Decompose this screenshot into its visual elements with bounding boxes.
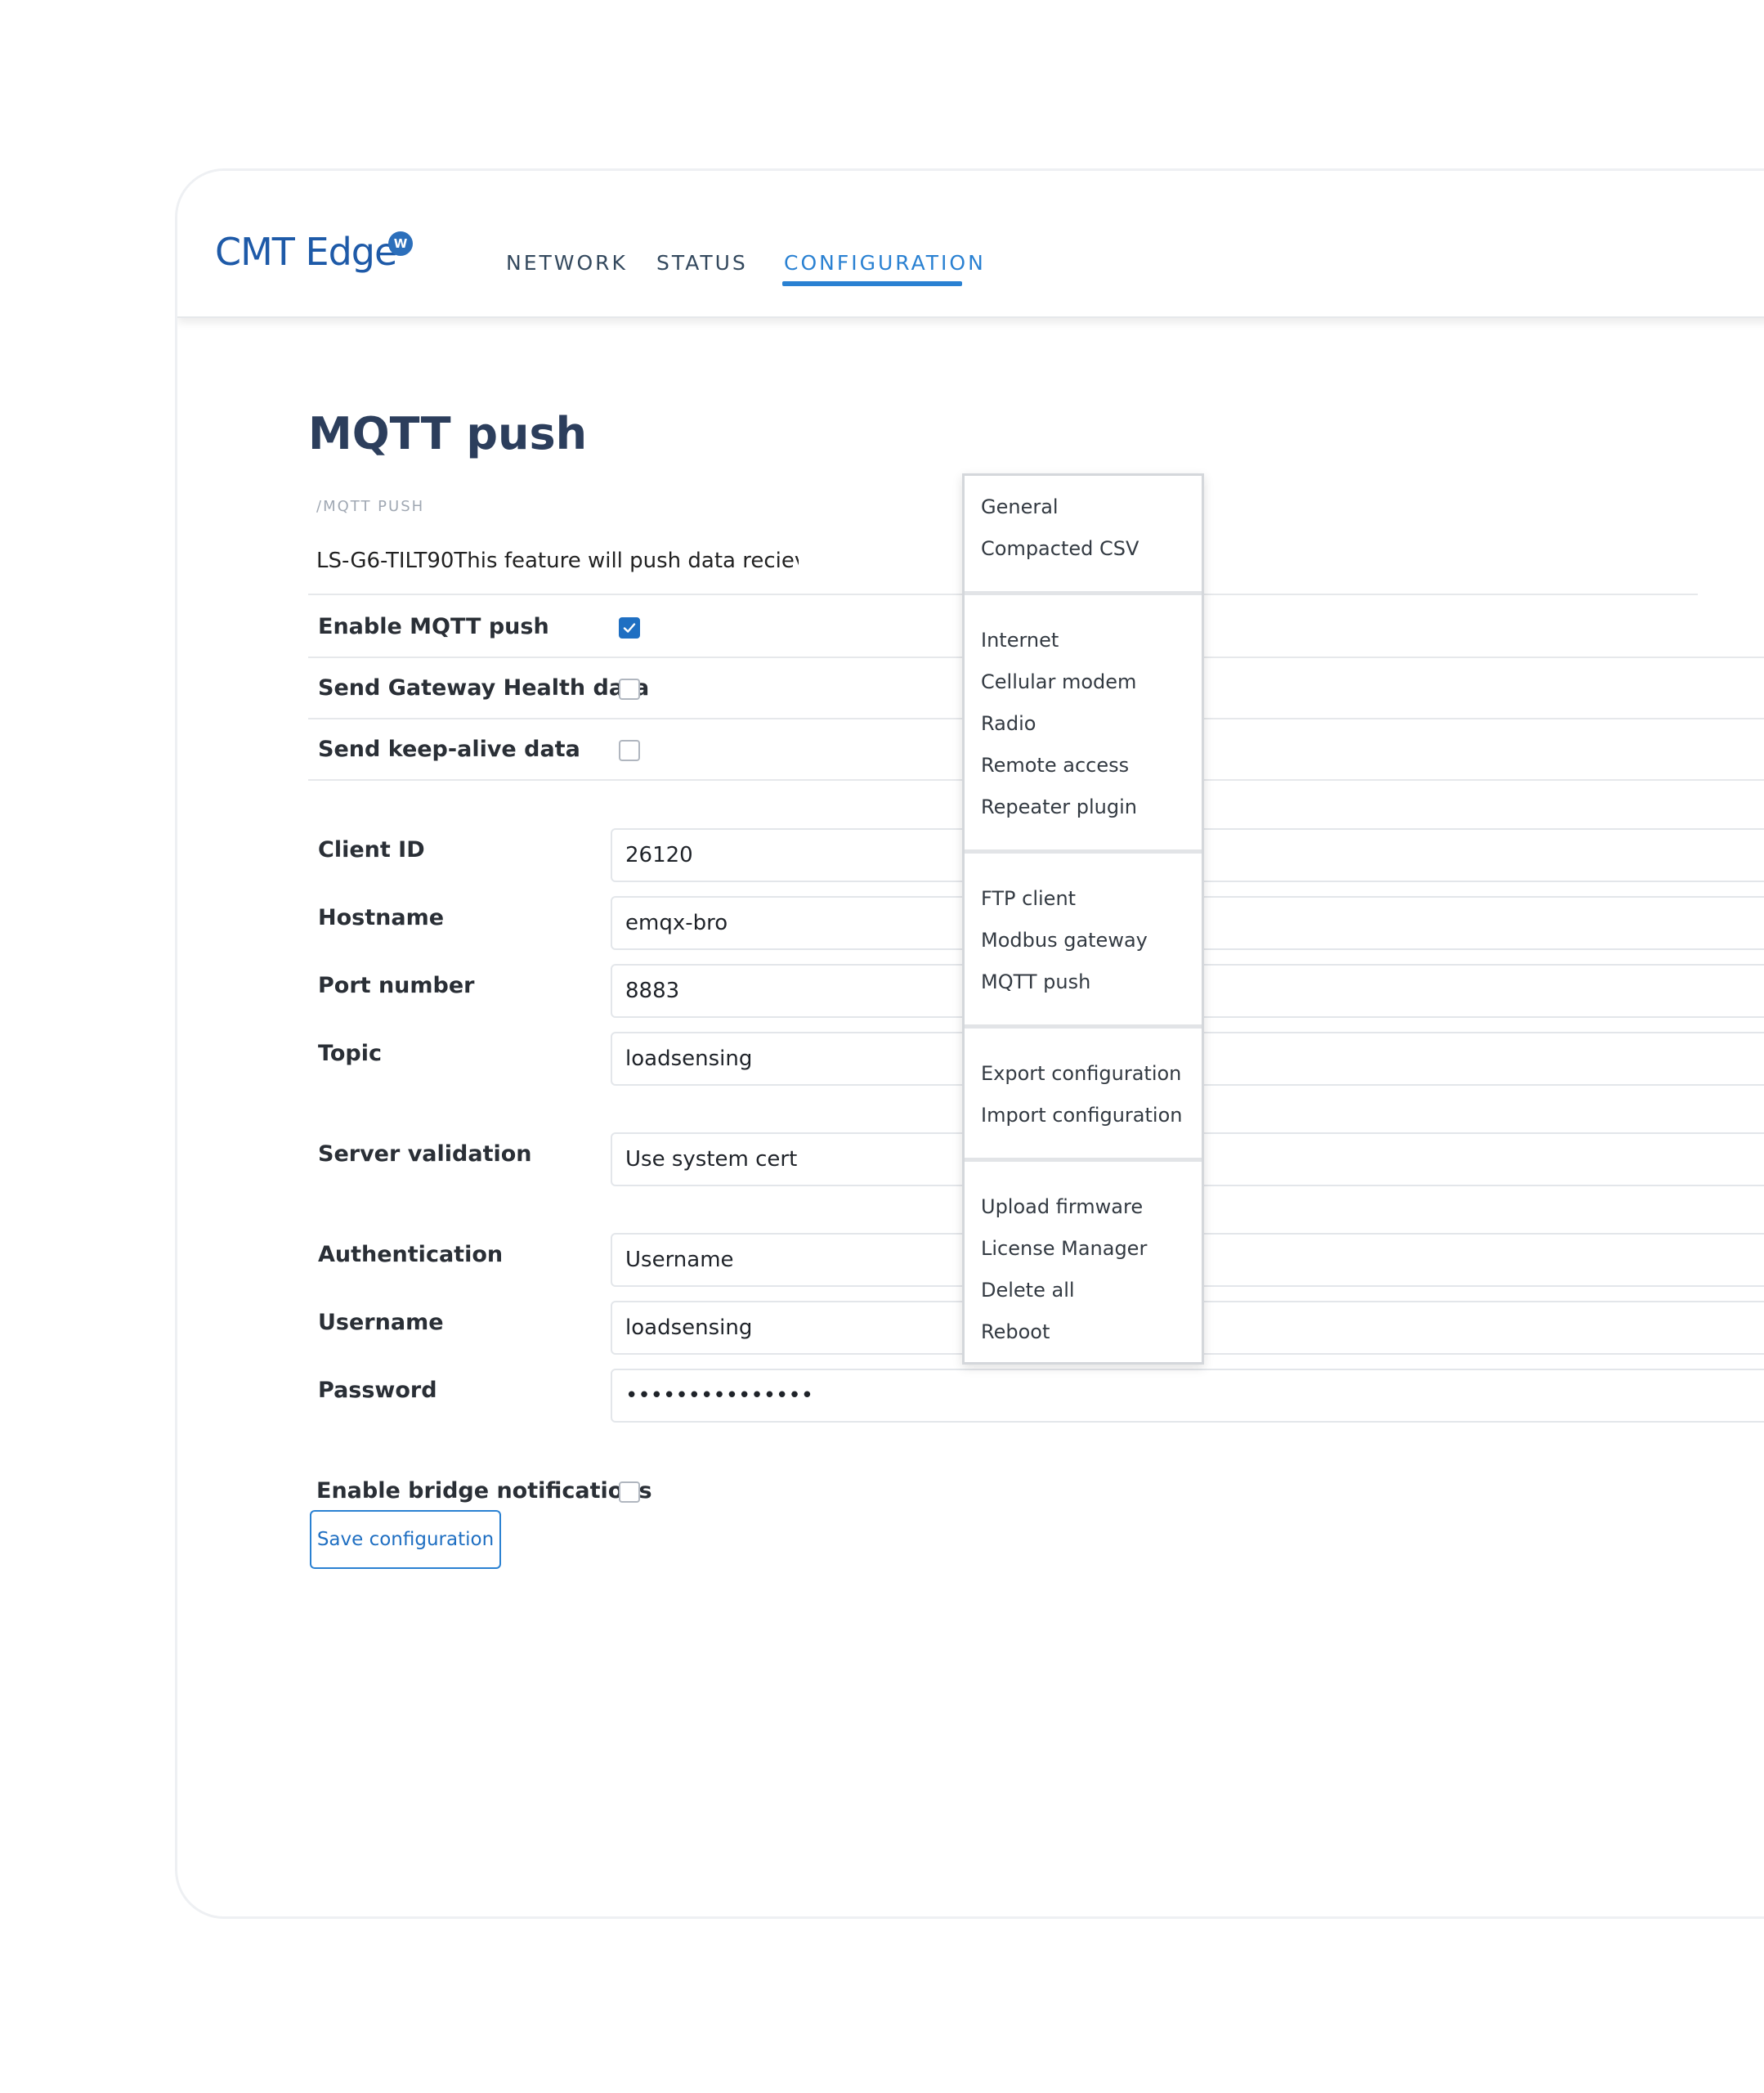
page-title: MQTT push: [308, 408, 588, 459]
hostname-label: Hostname: [318, 905, 445, 930]
password-label: Password: [318, 1378, 437, 1403]
menu-item-modbus-gateway[interactable]: Modbus gateway: [981, 929, 1148, 952]
nav-configuration[interactable]: CONFIGURATION: [784, 251, 986, 275]
menu-item-internet[interactable]: Internet: [981, 629, 1059, 652]
topic-label: Topic: [318, 1041, 382, 1066]
menu-item-import-configuration[interactable]: Import configuration: [981, 1104, 1182, 1127]
menu-item-reboot[interactable]: Reboot: [981, 1320, 1050, 1343]
enable-bridge-notifications-label: Enable bridge notifications: [316, 1478, 652, 1504]
client-id-label: Client ID: [318, 837, 425, 863]
menu-separator: [965, 1024, 1202, 1029]
port-number-label: Port number: [318, 973, 475, 998]
app-window: CMT Edge W NETWORK STATUS CONFIGURATION …: [175, 168, 1764, 1919]
menu-item-license-manager[interactable]: License Manager: [981, 1237, 1147, 1260]
logo: CMT Edge: [215, 230, 397, 274]
feature-description: LS-G6-TILT90This feature will push data …: [316, 549, 799, 573]
server-validation-label: Server validation: [318, 1141, 532, 1167]
authentication-label: Authentication: [318, 1242, 504, 1267]
save-configuration-button[interactable]: Save configuration: [310, 1510, 501, 1569]
menu-item-remote-access[interactable]: Remote access: [981, 754, 1129, 777]
send-gateway-health-label: Send Gateway Health data: [318, 675, 650, 701]
menu-item-compacted-csv[interactable]: Compacted CSV: [981, 537, 1139, 560]
menu-item-export-configuration[interactable]: Export configuration: [981, 1062, 1181, 1085]
menu-item-general[interactable]: General: [981, 495, 1059, 518]
menu-item-radio[interactable]: Radio: [981, 712, 1036, 735]
menu-separator: [965, 849, 1202, 854]
menu-item-upload-firmware[interactable]: Upload firmware: [981, 1195, 1143, 1218]
send-keep-alive-label: Send keep-alive data: [318, 737, 580, 762]
enable-mqtt-push-label: Enable MQTT push: [318, 614, 549, 639]
menu-item-repeater-plugin[interactable]: Repeater plugin: [981, 796, 1137, 818]
nav-status[interactable]: STATUS: [656, 251, 748, 275]
password-input[interactable]: •••••••••••••••: [611, 1369, 1764, 1423]
menu-item-ftp-client[interactable]: FTP client: [981, 887, 1076, 910]
enable-mqtt-push-checkbox[interactable]: [619, 617, 640, 639]
menu-item-cellular-modem[interactable]: Cellular modem: [981, 670, 1136, 693]
menu-item-delete-all[interactable]: Delete all: [981, 1279, 1075, 1302]
send-keep-alive-checkbox[interactable]: [619, 740, 640, 761]
username-label: Username: [318, 1310, 444, 1335]
active-tab-indicator: [782, 281, 962, 286]
checkmark-icon: [623, 623, 636, 633]
enable-bridge-notifications-checkbox[interactable]: [619, 1481, 640, 1503]
nav-network[interactable]: NETWORK: [506, 251, 628, 275]
top-header: CMT Edge W NETWORK STATUS CONFIGURATION: [177, 171, 1764, 318]
menu-separator: [965, 591, 1202, 595]
menu-item-mqtt-push[interactable]: MQTT push: [981, 970, 1090, 993]
configuration-dropdown-menu: General Compacted CSV Internet Cellular …: [962, 473, 1204, 1365]
logo-mark-icon: W: [388, 231, 413, 256]
menu-separator: [965, 1158, 1202, 1162]
send-gateway-health-checkbox[interactable]: [619, 679, 640, 700]
breadcrumb: /MQTT PUSH: [316, 498, 425, 515]
